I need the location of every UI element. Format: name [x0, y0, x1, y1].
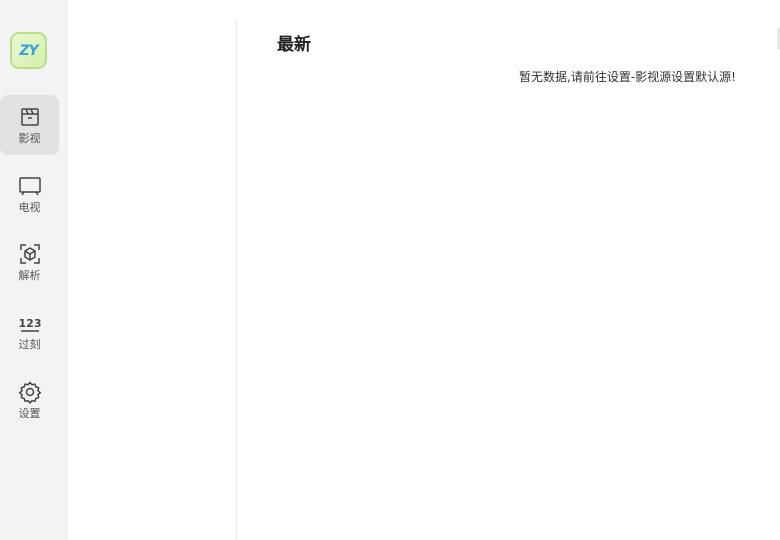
nav-item-parse[interactable]: 解析	[0, 232, 59, 292]
nav-item-movies[interactable]: 影视	[0, 95, 59, 155]
nav-label-history: 过刻	[18, 338, 41, 351]
tv-icon	[18, 177, 41, 196]
nav-label-parse: 解析	[18, 269, 41, 282]
nav-item-settings[interactable]: 设置	[0, 370, 59, 430]
scan-cube-icon	[19, 244, 40, 264]
page-title: 最新	[277, 35, 311, 55]
gear-icon	[18, 381, 41, 404]
main-content: 最新 暂无数据,请前往设置-影视源设置默认源!	[237, 0, 780, 540]
app-logo[interactable]: ZY	[10, 32, 47, 69]
nav-label-tv: 电视	[18, 201, 41, 214]
nav-item-tv[interactable]: 电视	[0, 164, 59, 224]
nav-item-history[interactable]: 123 过刻	[0, 301, 59, 361]
empty-state-message: 暂无数据,请前往设置-影视源设置默认源!	[519, 70, 736, 84]
secondary-panel	[68, 0, 236, 540]
svg-text:123: 123	[18, 317, 41, 330]
nav-rail: ZY 影视 电视 解析 123 过刻 设置	[0, 0, 68, 540]
nav-label-settings: 设置	[18, 407, 41, 420]
nav-label-movies: 影视	[18, 132, 41, 145]
film-box-icon	[20, 108, 39, 126]
app-window: ZY 影视 电视 解析 123 过刻 设置 最新 暂无数据,请前往设置-影视源设…	[0, 0, 780, 540]
number-123-icon: 123	[18, 317, 41, 332]
